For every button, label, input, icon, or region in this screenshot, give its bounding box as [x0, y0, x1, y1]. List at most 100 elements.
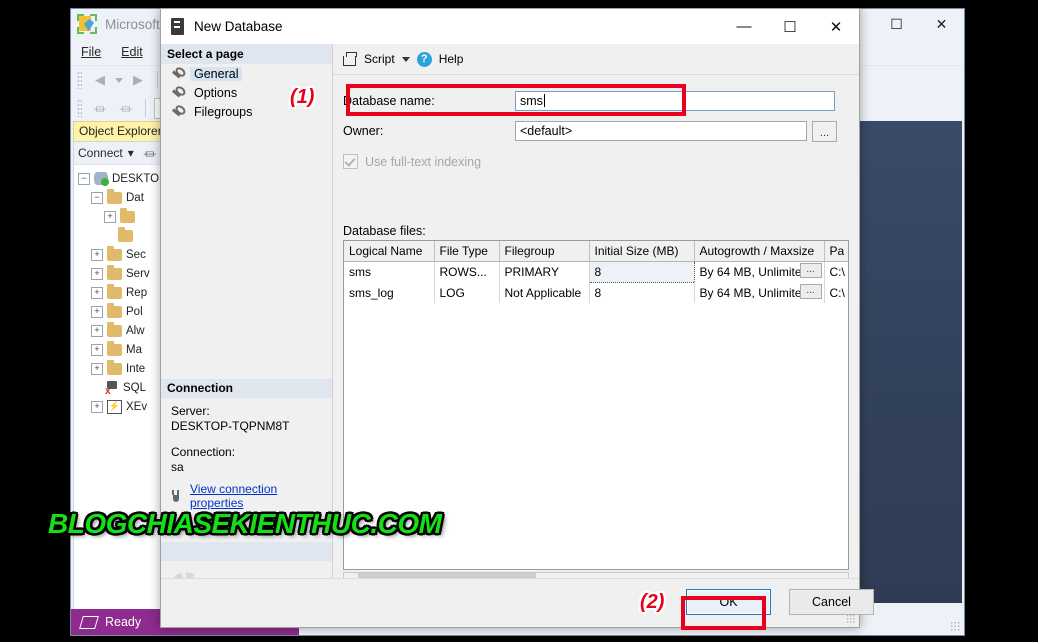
navigate-forward-icon[interactable]: ▶ — [127, 70, 149, 90]
oe-plug-icon[interactable]: ⏛ — [139, 143, 161, 163]
tree-item[interactable]: + Sec — [74, 245, 168, 264]
cancel-button[interactable]: Cancel — [789, 589, 874, 615]
tree-item[interactable]: + Pol — [74, 302, 168, 321]
dialog-maximize-button[interactable]: ☐ — [767, 9, 813, 44]
select-a-page-panel: Select a page General Options Filegroups C… — [161, 44, 333, 606]
connection-section-header: Connection — [161, 379, 332, 398]
tree-expander[interactable]: + — [91, 248, 103, 261]
tree-item[interactable]: − Dat — [74, 188, 168, 207]
owner-input[interactable]: <default> — [515, 121, 807, 141]
back-dropdown-icon[interactable] — [115, 77, 123, 83]
database-name-input[interactable]: sms — [515, 91, 835, 111]
column-header[interactable]: Logical Name — [344, 241, 435, 262]
tree-expander[interactable]: + — [104, 210, 116, 223]
question-icon[interactable]: ? — [416, 51, 432, 67]
database-files-grid[interactable]: Logical Name File Type Filegroup Initial Si… — [343, 240, 849, 570]
tree-item[interactable]: + Inte — [74, 359, 168, 378]
folder-icon — [107, 245, 122, 261]
dialog-close-button[interactable]: ✕ — [813, 9, 859, 44]
table-row[interactable]: sms ROWS... PRIMARY 8 By 64 MB, Unlimited...… — [344, 261, 848, 283]
cell-path[interactable]: C:\ — [824, 261, 848, 283]
column-header[interactable]: Pa — [824, 241, 848, 262]
tree-item[interactable]: + Serv — [74, 264, 168, 283]
ssms-close-button[interactable]: ✕ — [919, 9, 964, 39]
xevent-icon: ⚡ — [107, 399, 122, 414]
cell-file-type[interactable]: ROWS... — [434, 261, 500, 283]
tree-expander[interactable]: + — [91, 343, 103, 356]
toolbar-grip-2[interactable] — [77, 99, 82, 117]
database-name-row: Database name: sms — [343, 86, 849, 116]
connect-caret-icon[interactable]: ▾ — [128, 146, 134, 160]
menu-item-edit[interactable]: Edit — [121, 45, 143, 59]
cell-file-type[interactable]: LOG — [434, 282, 500, 303]
ssms-logo-icon — [77, 14, 97, 34]
table-row[interactable]: sms_log LOG Not Applicable 8 By 64 MB, Unlim… — [344, 282, 848, 303]
page-item-general[interactable]: General — [161, 64, 332, 83]
dialog-title-bar: New Database — ☐ ✕ — [161, 9, 859, 44]
fulltext-indexing-row[interactable]: Use full-text indexing — [343, 154, 849, 169]
script-button-label[interactable]: Script — [364, 52, 395, 66]
toolbar-grip[interactable] — [77, 71, 82, 89]
view-connection-properties-row[interactable]: View connection properties — [169, 482, 332, 510]
menu-item-file[interactable]: File — [81, 45, 101, 59]
help-button-label[interactable]: Help — [439, 52, 464, 66]
tree-expander[interactable]: + — [91, 362, 103, 375]
cell-logical-name[interactable]: sms_log — [344, 282, 435, 303]
tree-expander[interactable]: + — [91, 267, 103, 280]
column-header[interactable]: Filegroup — [499, 241, 590, 262]
database-files-label: Database files: — [343, 224, 426, 238]
tree-item[interactable] — [74, 226, 168, 245]
cell-initial-size[interactable]: 8 — [589, 282, 695, 303]
object-explorer-tab[interactable]: Object Explorer — [73, 121, 169, 141]
tree-item[interactable]: + Ma — [74, 340, 168, 359]
dialog-resize-grip[interactable] — [846, 614, 855, 623]
tree-expander[interactable]: + — [91, 305, 103, 318]
fulltext-label: Use full-text indexing — [365, 154, 482, 169]
page-item-filegroups[interactable]: Filegroups — [161, 102, 332, 121]
ssms-resize-grip[interactable] — [950, 621, 960, 631]
owner-label: Owner: — [343, 124, 384, 138]
tree-item[interactable]: − DESKTO — [74, 169, 168, 188]
connect-plug-icon[interactable]: ⏛ — [89, 98, 111, 118]
owner-browse-button[interactable]: ... — [812, 120, 837, 142]
cell-logical-name[interactable]: sms — [344, 261, 435, 283]
autogrowth-browse-button[interactable]: ... — [799, 263, 822, 278]
page-item-label: Filegroups — [194, 104, 253, 119]
server-label: Server: — [171, 404, 210, 418]
database-files-table: Logical Name File Type Filegroup Initial Si… — [344, 241, 848, 303]
tree-expander[interactable]: + — [91, 400, 103, 413]
dialog-minimize-button[interactable]: — — [721, 9, 767, 44]
column-header[interactable]: Autogrowth / Maxsize — [694, 241, 825, 262]
autogrowth-browse-button[interactable]: ... — [799, 283, 822, 299]
folder-icon — [120, 207, 135, 223]
tree-item[interactable]: + — [74, 207, 168, 226]
ok-button[interactable]: OK — [686, 589, 771, 615]
cell-path[interactable]: C:\ — [824, 282, 848, 303]
ssms-maximize-button[interactable]: ☐ — [874, 9, 919, 39]
tree-item[interactable]: SQL — [74, 378, 168, 397]
disconnect-plug-icon[interactable]: ⏛ — [115, 98, 137, 118]
progress-section-header — [161, 542, 332, 561]
ok-button-wrapper: OK — [686, 589, 771, 615]
toolbar-separator — [157, 71, 158, 89]
cell-filegroup[interactable]: PRIMARY — [499, 261, 590, 283]
connect-button-label[interactable]: Connect — [78, 146, 123, 160]
navigate-back-icon[interactable]: ◀ — [89, 70, 111, 90]
tree-item[interactable]: + Rep — [74, 283, 168, 302]
script-icon[interactable] — [343, 52, 357, 66]
tree-expander[interactable]: − — [91, 191, 103, 204]
column-header[interactable]: File Type — [434, 241, 500, 262]
tree-expander[interactable]: − — [78, 172, 90, 185]
tree-expander[interactable]: + — [91, 286, 103, 299]
cell-autogrowth[interactable]: By 64 MB, Unlimited... — [694, 261, 825, 283]
cell-autogrowth[interactable]: By 64 MB, Unlimited... — [694, 282, 825, 303]
tree-item[interactable]: + ⚡ XEv — [74, 397, 168, 416]
view-connection-properties-link[interactable]: View connection properties — [190, 482, 332, 510]
cell-filegroup[interactable]: Not Applicable — [499, 282, 590, 303]
script-dropdown-icon[interactable] — [401, 56, 410, 62]
cell-initial-size[interactable]: 8 — [588, 261, 695, 283]
column-header[interactable]: Initial Size (MB) — [589, 241, 695, 262]
tree-expander[interactable]: + — [91, 324, 103, 337]
tree-item[interactable]: + Alw — [74, 321, 168, 340]
page-item-options[interactable]: Options — [161, 83, 332, 102]
